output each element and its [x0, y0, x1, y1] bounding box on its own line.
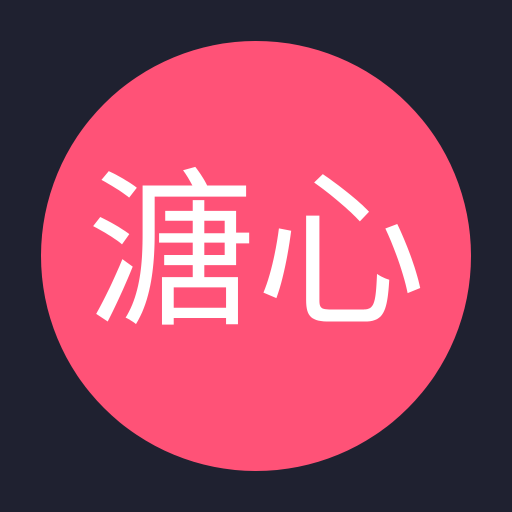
- avatar-circle: 溏心: [41, 41, 471, 471]
- avatar-text: 溏心: [85, 154, 426, 352]
- app-icon-canvas: 溏心: [0, 0, 512, 512]
